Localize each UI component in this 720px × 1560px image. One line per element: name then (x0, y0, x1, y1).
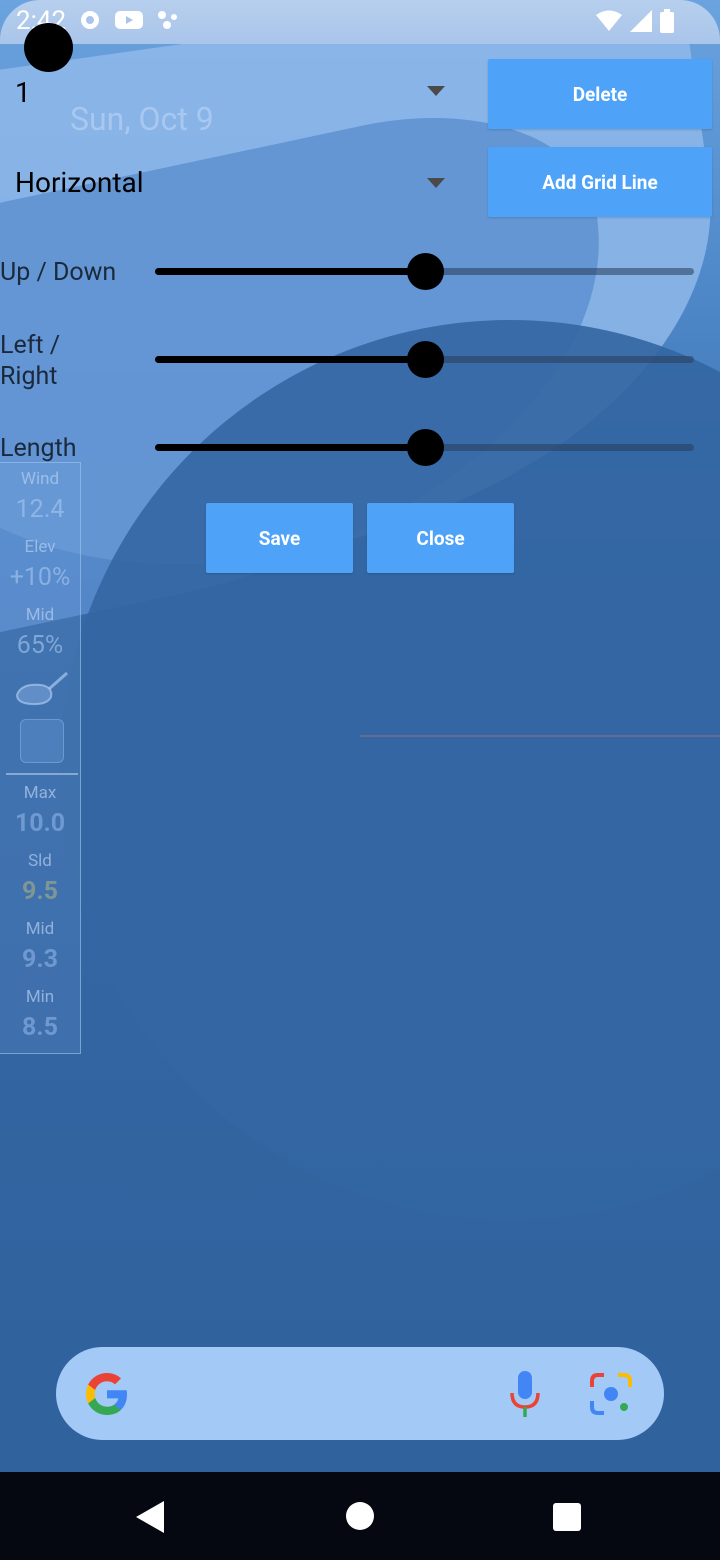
golf-club-icon[interactable] (13, 671, 69, 707)
line-select-value: 1 (15, 76, 31, 109)
microphone-icon[interactable] (508, 1369, 542, 1419)
mid-value: 65% (16, 631, 64, 660)
mid2-value: 9.3 (22, 945, 58, 974)
up-down-slider[interactable] (155, 253, 694, 290)
length-slider[interactable] (155, 429, 694, 466)
slider-thumb[interactable] (406, 429, 444, 466)
elev-label: Elev (24, 537, 56, 557)
chevron-down-icon (427, 178, 445, 188)
slider-thumb[interactable] (406, 341, 444, 378)
navigation-bar (0, 1472, 720, 1560)
ball-position-icon[interactable] (20, 719, 64, 763)
mid2-label: Mid (25, 919, 55, 939)
add-grid-line-button[interactable]: Add Grid Line (488, 147, 712, 217)
save-button[interactable]: Save (206, 503, 353, 573)
mid-label: Mid (25, 605, 55, 625)
slider-thumb[interactable] (406, 253, 444, 290)
status-bar: 2:42 (0, 0, 720, 44)
slider-label-left-right: Left / Right (0, 331, 61, 391)
slider-label-length: Length (0, 434, 77, 463)
google-logo-icon (86, 1373, 127, 1415)
slider-label-up-down: Up / Down (0, 258, 117, 287)
signal-icon (630, 10, 652, 32)
back-icon[interactable] (136, 1501, 164, 1533)
orientation-select-value: Horizontal (15, 166, 144, 199)
side-panel: Wind 12.4 Elev +10% Mid 65% Max 10.0 Sld… (0, 462, 81, 1054)
battery-icon (660, 9, 674, 33)
wallpaper (0, 0, 720, 1560)
close-button[interactable]: Close (367, 503, 514, 573)
slider-fill (155, 356, 425, 363)
orientation-select[interactable]: Horizontal (0, 150, 460, 210)
slider-fill (155, 444, 425, 451)
left-right-slider[interactable] (155, 341, 694, 378)
sld-value: 9.5 (22, 877, 58, 906)
slider-fill (155, 268, 425, 275)
grid-line-preview (360, 735, 720, 737)
notification-icon (81, 11, 99, 29)
home-icon[interactable] (346, 1502, 374, 1530)
line-select[interactable]: 1 (0, 62, 460, 122)
wind-value: 12.4 (15, 495, 65, 524)
recents-icon[interactable] (553, 1503, 581, 1531)
max-label: Max (23, 783, 57, 803)
google-lens-icon[interactable] (588, 1371, 634, 1417)
wifi-icon (596, 10, 622, 31)
sld-label: Sld (28, 851, 52, 871)
elev-value: +10% (9, 563, 71, 592)
panel-divider (6, 773, 78, 775)
chevron-down-icon (427, 86, 445, 96)
min-value: 8.5 (22, 1013, 58, 1042)
wind-label: Wind (20, 469, 60, 489)
youtube-icon (115, 11, 143, 29)
max-value: 10.0 (14, 809, 66, 838)
min-label: Min (25, 987, 55, 1007)
assistant-icon (158, 11, 177, 29)
google-search-bar[interactable] (56, 1347, 664, 1440)
delete-button[interactable]: Delete (488, 59, 712, 129)
